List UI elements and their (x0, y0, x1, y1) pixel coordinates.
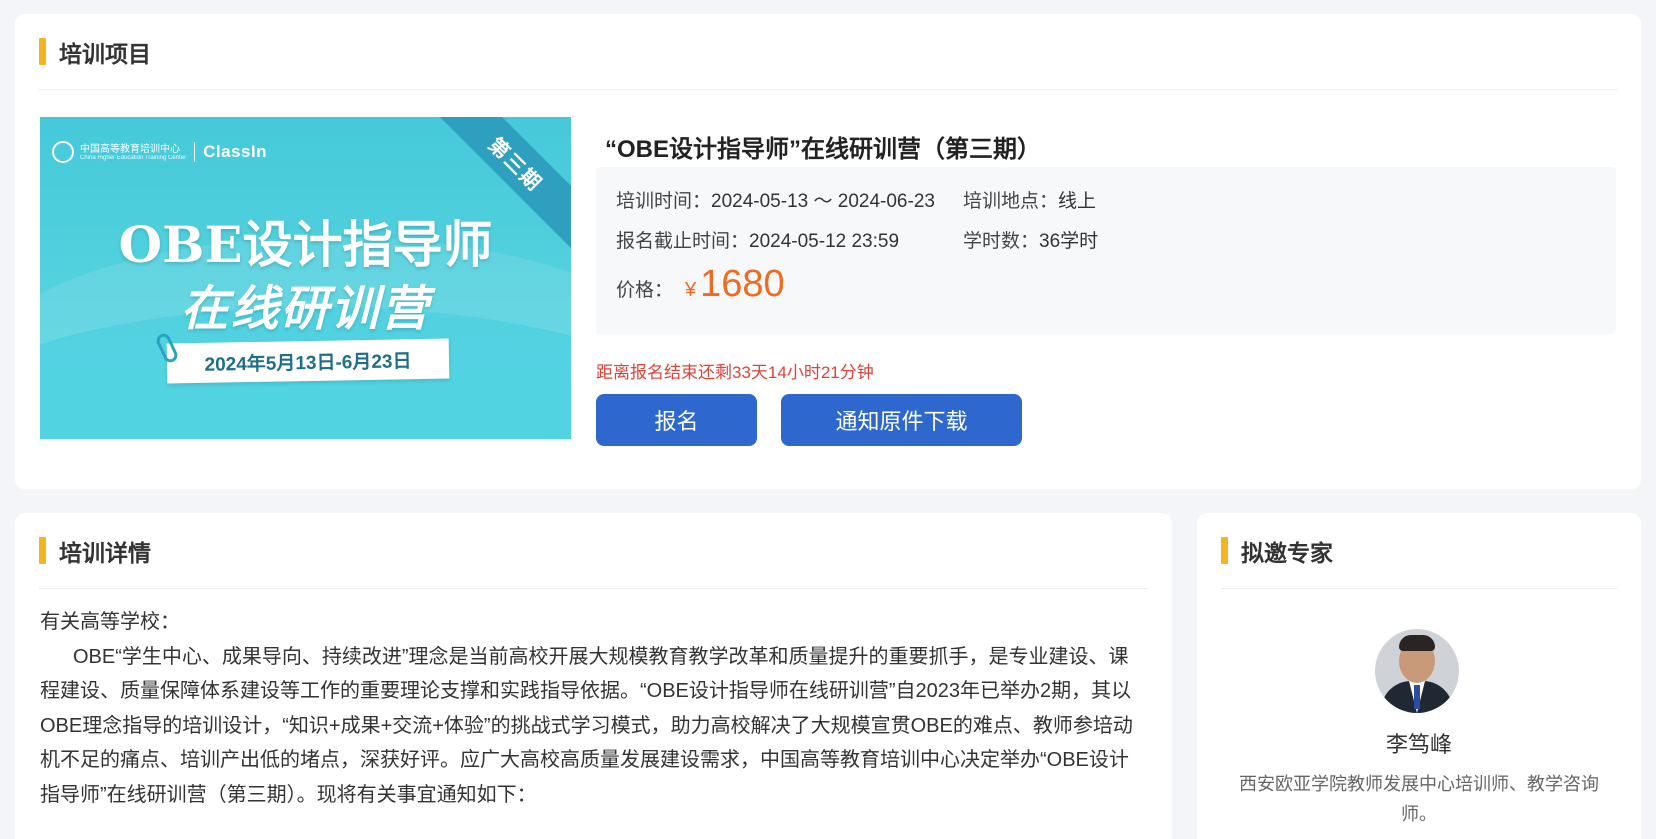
course-banner-image[interactable]: 中国高等教育培训中心 China Higher Education Traini… (40, 117, 571, 439)
price-label: 价格： (616, 280, 674, 301)
banner-subtitle: 在线研训营 (180, 283, 431, 336)
details-body: 有关高等学校： OBE“学生中心、成果导向、持续改进”理念是当前高校开展大规模教… (40, 605, 1148, 812)
banner-title: OBE设计指导师 (118, 215, 493, 274)
section-accent-bar (1221, 537, 1228, 564)
hours-label: 学时数： (963, 231, 1040, 252)
training-location: 培训地点：线上 (963, 186, 1096, 213)
training-details-card: 培训详情 有关高等学校： OBE“学生中心、成果导向、持续改进”理念是当前高校开… (15, 513, 1172, 839)
section-header: 拟邀专家 (1221, 513, 1617, 589)
brand-logo: ClassIn (203, 142, 268, 161)
course-info-panel: 培训时间：2024-05-13 ～ 2024-06-23 培训地点：线上 报名截… (596, 167, 1616, 334)
training-project-card: 培训项目 中国高等教育培训中心 China Higher Education T… (15, 14, 1641, 489)
details-paragraph: OBE“学生中心、成果导向、持续改进”理念是当前高校开展大规模教育教学改革和质量… (40, 645, 1133, 806)
location-value: 线上 (1058, 191, 1097, 212)
org-emblem-icon (52, 141, 74, 163)
training-time-label: 培训时间： (616, 191, 712, 212)
training-time: 培训时间：2024-05-13 ～ 2024-06-23 (616, 186, 935, 213)
registration-deadline: 报名截止时间：2024-05-12 23:59 (616, 226, 899, 253)
section-accent-bar (39, 38, 46, 65)
download-notice-button[interactable]: 通知原件下载 (781, 394, 1022, 446)
banner-logo: 中国高等教育培训中心 China Higher Education Traini… (52, 141, 267, 163)
invited-experts-card: 拟邀专家 李笃峰 西安欧亚学院教师发展中心培训师、教学咨询师。 (1197, 513, 1641, 839)
location-label: 培训地点： (963, 191, 1059, 212)
logo-divider (194, 142, 196, 162)
deadline-value: 2024-05-12 23:59 (749, 231, 900, 252)
section-title: 拟邀专家 (1241, 539, 1333, 566)
details-greeting: 有关高等学校： (40, 611, 180, 633)
section-title: 培训项目 (59, 40, 151, 67)
price: 价格： ¥ 1680 (616, 263, 785, 306)
section-header: 培训项目 (39, 14, 1617, 90)
expert-avatar[interactable] (1375, 629, 1459, 713)
section-title: 培训详情 (59, 539, 151, 566)
hours-value: 36学时 (1039, 231, 1099, 252)
registration-countdown: 距离报名结束还剩33天14小时21分钟 (596, 363, 874, 382)
deadline-label: 报名截止时间： (616, 231, 750, 252)
training-time-value: 2024-05-13 ～ 2024-06-23 (711, 191, 935, 212)
org-name-en: China Higher Education Training Center (80, 154, 187, 161)
price-value: 1680 (700, 263, 785, 305)
expert-name: 李笃峰 (1385, 732, 1452, 757)
section-header: 培训详情 (39, 513, 1148, 589)
course-title: “OBE设计指导师”在线研训营（第三期） (605, 136, 1042, 163)
banner-date-range: 2024年5月13日-6月23日 (166, 338, 450, 384)
credit-hours: 学时数：36学时 (963, 226, 1098, 253)
currency-symbol: ¥ (685, 279, 697, 301)
org-name: 中国高等教育培训中心 (80, 143, 180, 155)
section-accent-bar (39, 537, 46, 564)
enroll-button[interactable]: 报名 (596, 394, 757, 446)
expert-description: 西安欧亚学院教师发展中心培训师、教学咨询师。 (1239, 774, 1599, 824)
